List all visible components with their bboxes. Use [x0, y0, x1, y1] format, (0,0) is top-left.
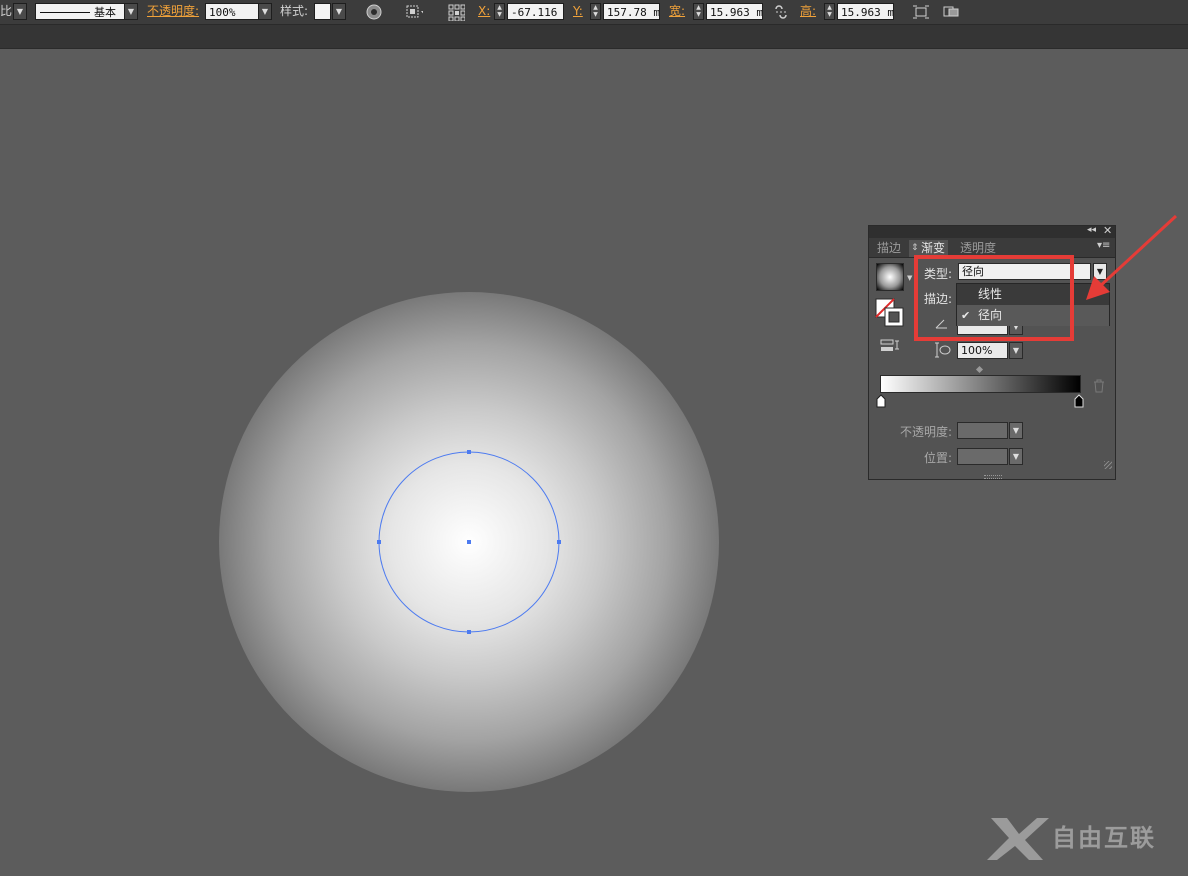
- red-arrow-annotation: [1086, 214, 1178, 300]
- gradient-preview-swatch[interactable]: [876, 263, 904, 291]
- panel-corner-grip[interactable]: [1104, 461, 1112, 469]
- anchor-point[interactable]: [377, 540, 381, 544]
- watermark-text: 自由互联: [1052, 824, 1156, 852]
- anchor-point[interactable]: [467, 450, 471, 454]
- reverse-gradient-icon[interactable]: [880, 338, 900, 354]
- tab-stroke[interactable]: 描边: [874, 240, 904, 257]
- watermark-logo-icon: [987, 818, 1049, 860]
- highlight-box: [914, 255, 1074, 341]
- stop-opacity-input[interactable]: [957, 422, 1008, 439]
- anchor-point[interactable]: [557, 540, 561, 544]
- aspect-ratio-dropdown-button[interactable]: ▼: [1009, 342, 1023, 359]
- stop-location-input[interactable]: [957, 448, 1008, 465]
- gradient-slider[interactable]: [880, 375, 1081, 393]
- panel-resize-grip[interactable]: [984, 475, 1002, 479]
- stop-location-dropdown-button[interactable]: ▼: [1009, 448, 1023, 465]
- stop-opacity-label: 不透明度:: [900, 425, 953, 439]
- aspect-ratio-input[interactable]: 100%: [957, 342, 1008, 359]
- center-point[interactable]: [467, 540, 471, 544]
- aspect-ratio-icon: [935, 342, 951, 358]
- swatch-dropdown-icon[interactable]: ▼: [907, 274, 912, 282]
- stop-location-label: 位置:: [924, 451, 953, 465]
- panel-titlebar[interactable]: ◂◂ ✕: [869, 224, 1115, 238]
- gradient-stop-black[interactable]: [1073, 394, 1085, 408]
- gradient-stop-white[interactable]: [875, 394, 887, 408]
- tab-gradient-label: 渐变: [921, 241, 946, 255]
- trash-icon[interactable]: [1092, 379, 1106, 393]
- fill-stroke-indicator-icon[interactable]: [875, 298, 905, 328]
- stop-opacity-dropdown-button[interactable]: ▼: [1009, 422, 1023, 439]
- anchor-point[interactable]: [467, 630, 471, 634]
